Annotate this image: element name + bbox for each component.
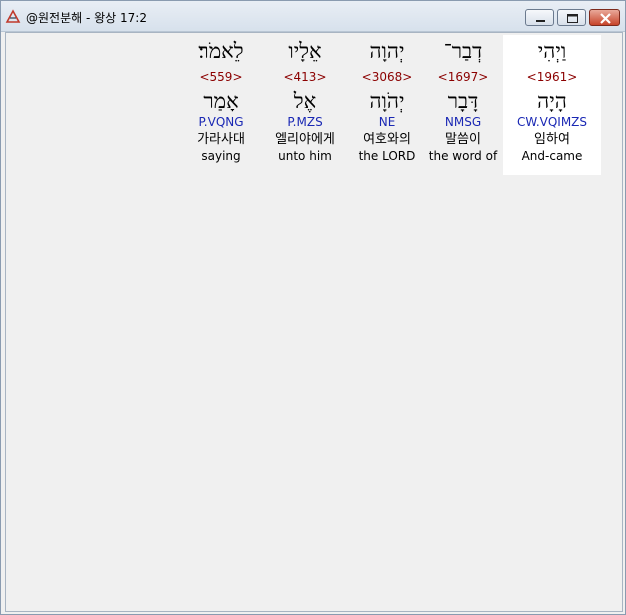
word-column-4[interactable]: אֵלָיו <413> אֶל P.MZS 엘리야에게 unto him <box>256 35 354 175</box>
lemma: אֶל <box>293 89 317 113</box>
strong-number[interactable]: <1961> <box>503 70 601 84</box>
strong-number[interactable]: <559> <box>172 70 270 84</box>
english-gloss: And-came <box>521 149 583 163</box>
app-window: @원전분해 - 왕상 17:2 וַיְהִי <1961> הָיָה CW.… <box>0 0 626 615</box>
maximize-button[interactable] <box>557 9 586 26</box>
app-logo-icon <box>5 9 21 25</box>
hebrew-word: וַיְהִי <box>537 39 567 63</box>
window-title: @원전분해 - 왕상 17:2 <box>26 11 147 25</box>
english-gloss: unto him <box>278 149 332 163</box>
word-analysis-panel: וַיְהִי <1961> הָיָה CW.VQIMZS 임하여 And-c… <box>5 32 623 612</box>
title-bar[interactable]: @원전분해 - 왕상 17:2 <box>1 1 625 32</box>
word-column-5[interactable]: לֵאמֹר׃ <559> אָמַר P.VQNG 가라사대 saying <box>172 35 270 175</box>
parsing-code: CW.VQIMZS <box>516 115 588 129</box>
hebrew-word: לֵאמֹר׃ <box>198 39 244 63</box>
lemma: הָיָה <box>537 89 567 113</box>
word-column-1[interactable]: וַיְהִי <1961> הָיָה CW.VQIMZS 임하여 And-c… <box>503 35 601 175</box>
korean-gloss: 가라사대 <box>197 132 245 147</box>
hebrew-word: אֵלָיו <box>288 39 322 63</box>
minimize-button[interactable] <box>525 9 554 26</box>
korean-gloss: 임하여 <box>534 132 570 147</box>
english-gloss: saying <box>201 149 241 163</box>
parsing-code: P.MZS <box>287 115 323 129</box>
strong-number[interactable]: <413> <box>256 70 354 84</box>
korean-gloss: 엘리야에게 <box>275 132 335 147</box>
parsing-code: P.VQNG <box>198 115 244 129</box>
close-button[interactable] <box>589 9 620 26</box>
lemma: אָמַר <box>203 89 239 113</box>
